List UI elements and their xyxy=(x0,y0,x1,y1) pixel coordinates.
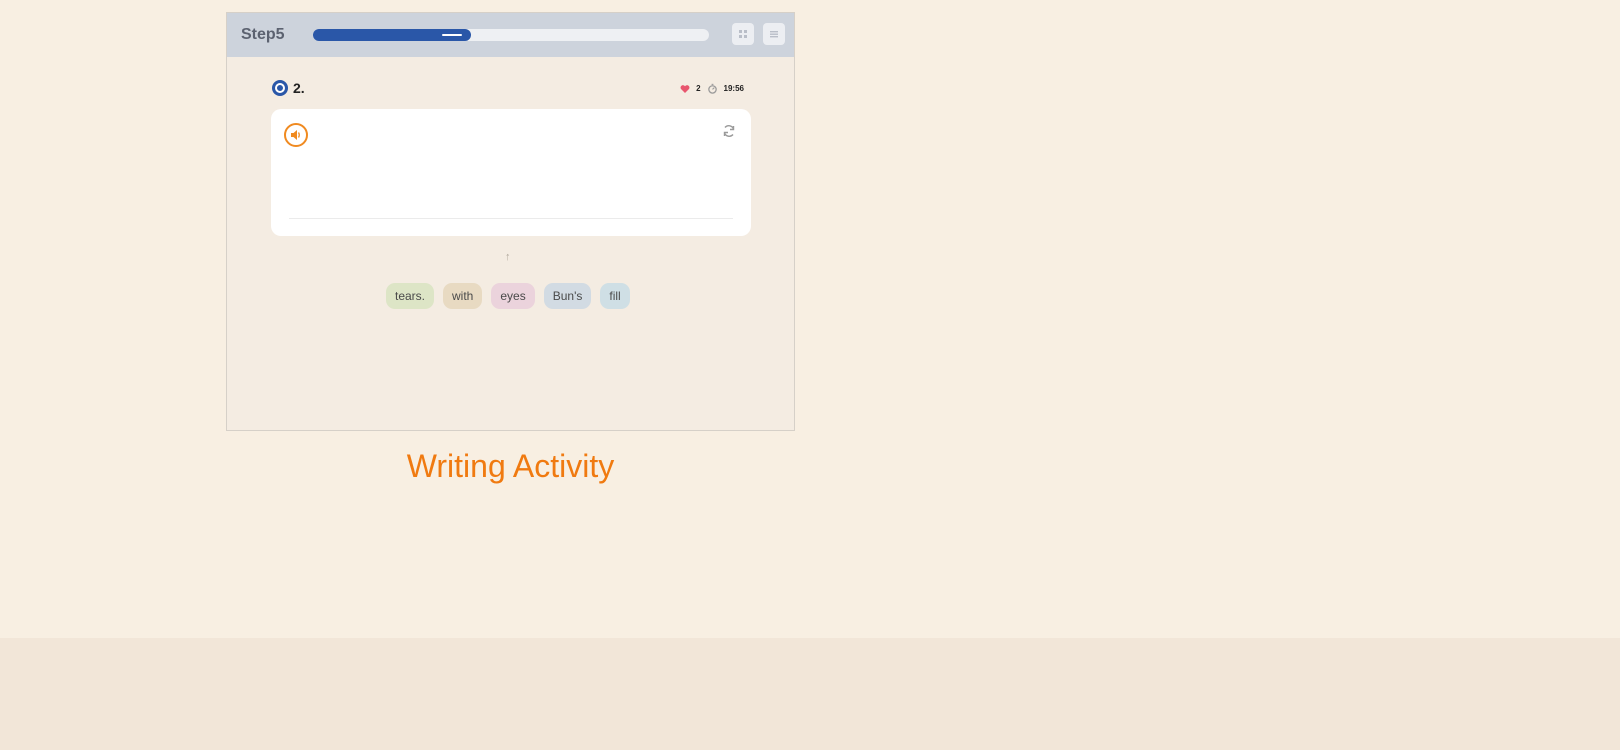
top-bar: Step5 xyxy=(227,13,794,57)
answer-input-line[interactable] xyxy=(289,218,733,219)
activity-screenshot: Step5 2. 2 19:56 ↑ tears. with eyes Bun'… xyxy=(226,12,795,431)
word-bank: tears. with eyes Bun's fill xyxy=(386,283,630,309)
status-indicators: 2 19:56 xyxy=(680,83,744,94)
question-badge-icon xyxy=(272,80,288,96)
progress-bar xyxy=(313,29,709,41)
answer-card[interactable] xyxy=(271,109,751,236)
footer-band xyxy=(0,638,1620,750)
heart-icon xyxy=(680,84,690,93)
word-chip[interactable]: with xyxy=(443,283,483,309)
word-chip[interactable]: eyes xyxy=(491,283,535,309)
speaker-icon xyxy=(291,130,300,140)
audio-play-button[interactable] xyxy=(284,123,308,147)
progress-fill xyxy=(313,29,472,41)
menu-button[interactable] xyxy=(763,23,785,45)
progress-highlight xyxy=(442,34,463,36)
step-label: Step5 xyxy=(241,26,285,43)
timer-icon xyxy=(707,83,717,94)
question-header: 2. xyxy=(272,80,305,96)
refresh-icon[interactable] xyxy=(721,123,737,139)
word-chip[interactable]: Bun's xyxy=(543,283,592,309)
lives-count: 2 xyxy=(696,84,701,93)
word-chip[interactable]: tears. xyxy=(386,283,435,309)
word-chip[interactable]: fill xyxy=(600,283,630,309)
grid-icon xyxy=(739,30,747,38)
grid-view-button[interactable] xyxy=(732,23,754,45)
list-icon xyxy=(770,31,778,38)
arrow-up-icon: ↑ xyxy=(505,251,511,263)
activity-caption: Writing Activity xyxy=(406,448,615,484)
timer-value: 19:56 xyxy=(723,84,744,93)
question-number: 2. xyxy=(293,80,305,96)
